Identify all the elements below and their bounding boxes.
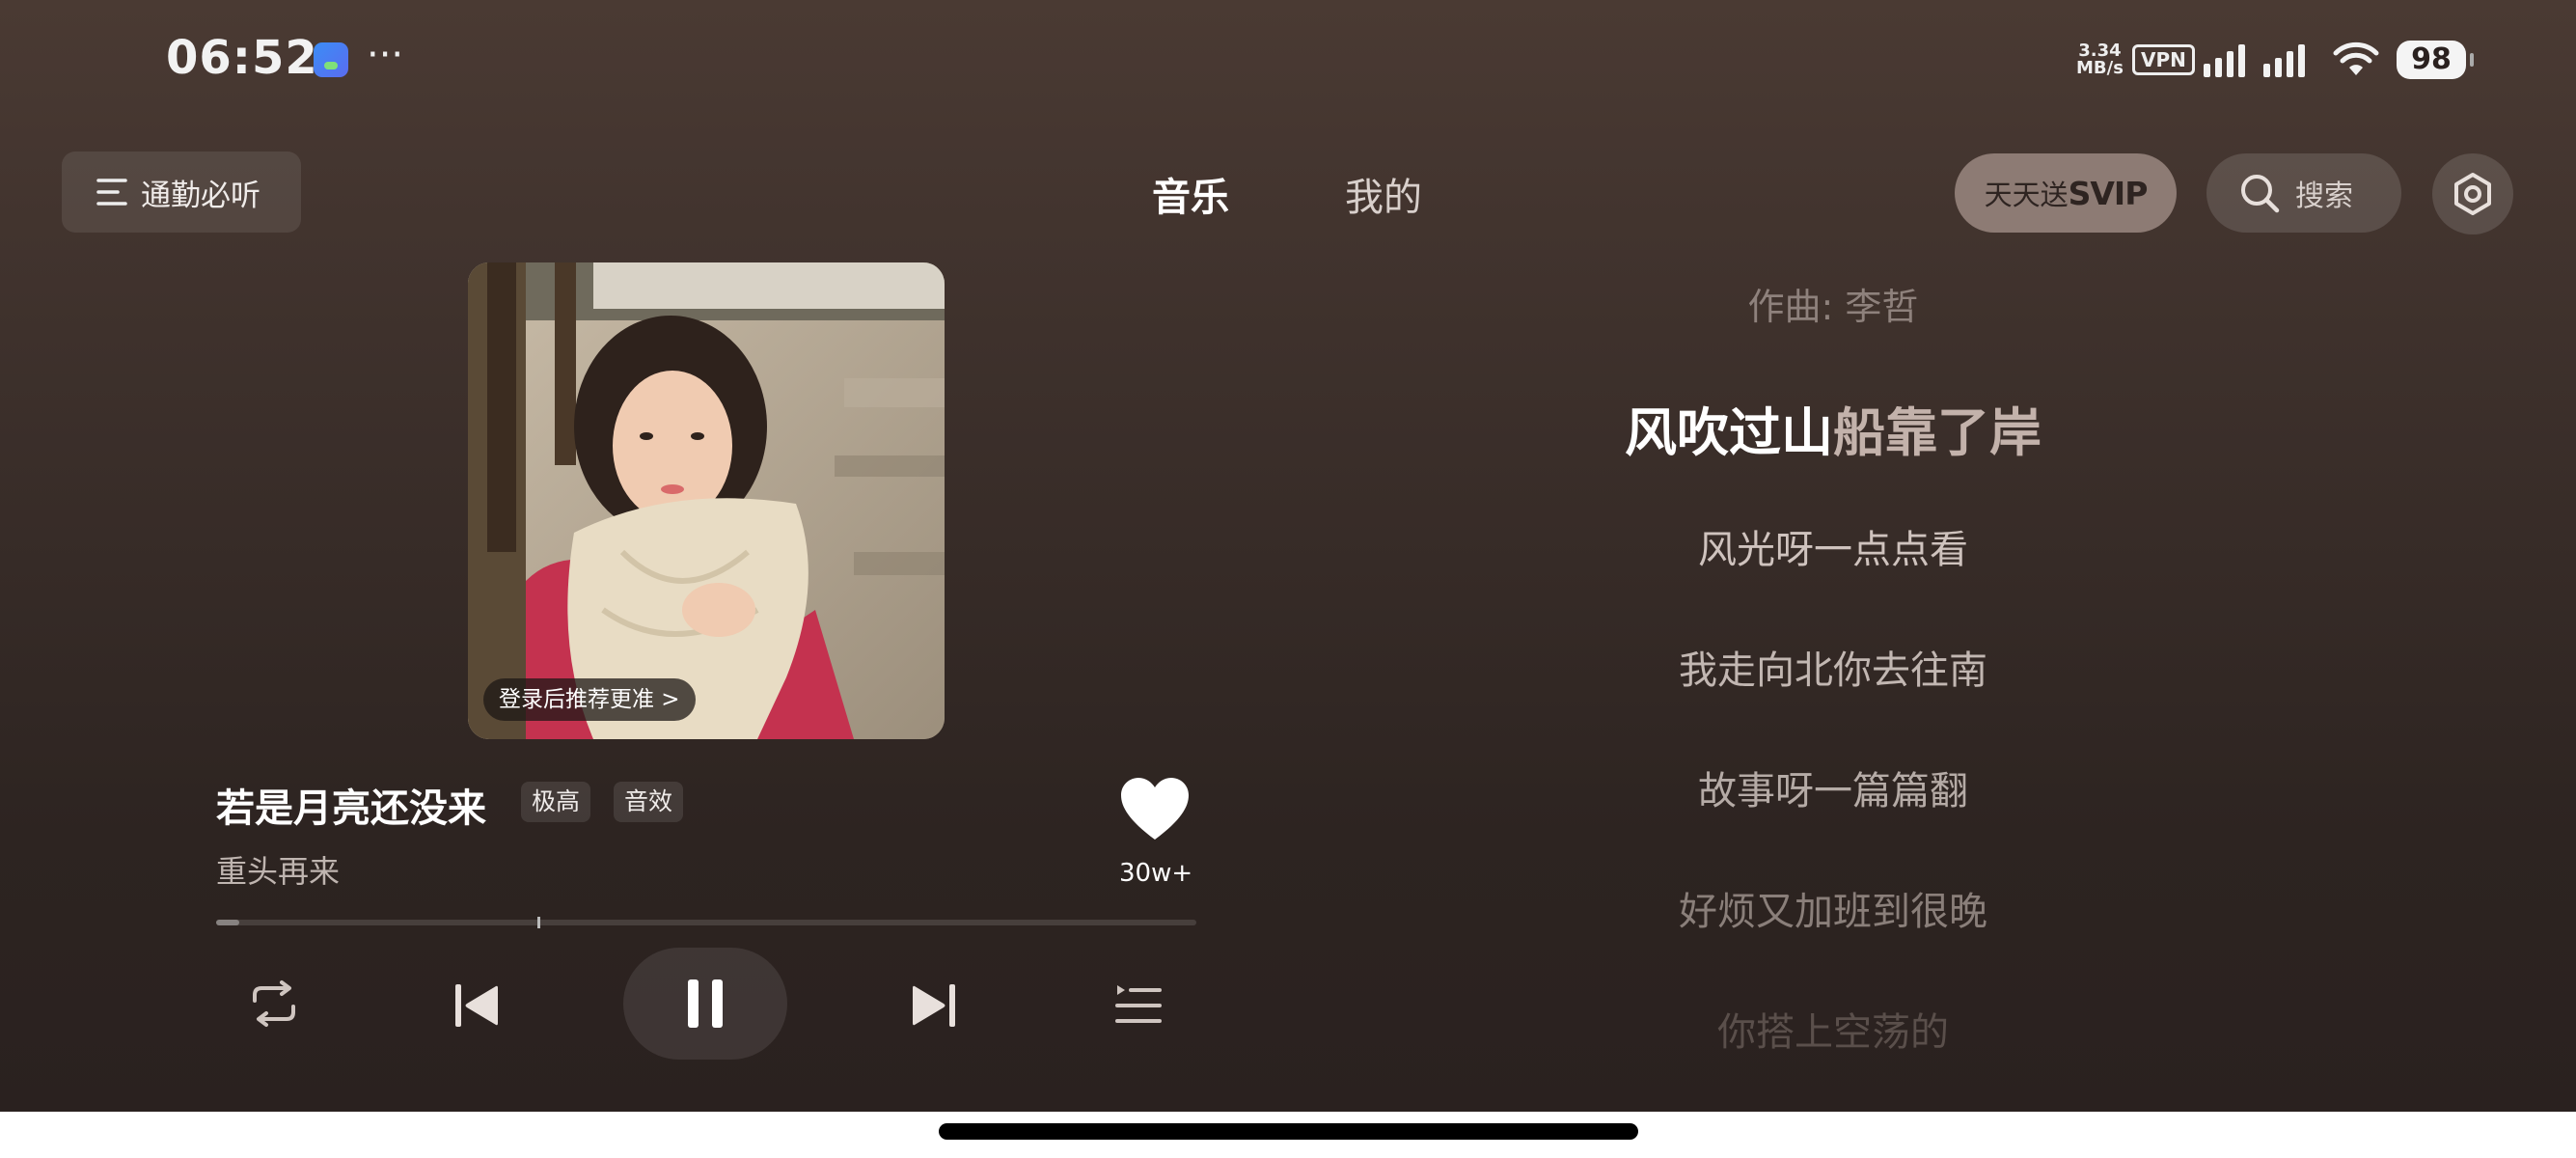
repeat-mode-button[interactable] [235,975,313,1033]
quality-badge[interactable]: 极高 [521,782,591,822]
network-speed: 3.34 MB/s [2076,42,2124,77]
menu-icon [96,179,127,206]
queue-icon [1115,985,1162,1023]
vpn-icon: VPN [2132,44,2195,75]
progress-bar[interactable] [216,917,1196,928]
playlist-queue-button[interactable] [1100,975,1177,1036]
like-count: 30w+ [1119,859,1193,888]
app-notification-icon [314,42,348,77]
lyric-line[interactable]: 好烦又加班到很晚 [1447,880,2219,936]
signal-icon [2204,42,2245,77]
svip-promo-label: SVIP [2068,174,2149,212]
lyric-line[interactable]: 我走向北你去往南 [1447,639,2219,695]
playlist-button[interactable]: 通勤必听 [62,152,301,233]
tab-music[interactable]: 音乐 [1152,166,1229,222]
next-button[interactable] [897,975,971,1036]
playlist-label: 通勤必听 [141,178,260,213]
progress-marker [537,917,540,928]
lyric-unsung-part: 船靠了岸 [1833,402,2042,463]
repeat-icon [253,980,295,1027]
lyric-line[interactable]: 故事呀一篇篇翻 [1447,759,2219,815]
sound-effect-badge[interactable]: 音效 [614,782,684,822]
pause-button[interactable] [623,948,787,1060]
artist-name[interactable]: 重头再来 [216,847,340,892]
song-title: 若是月亮还没来 [216,786,486,831]
gear-icon [2454,173,2491,215]
wifi-icon [2333,41,2379,75]
lyric-line[interactable]: 风光呀一点点看 [1447,518,2219,574]
tab-mine[interactable]: 我的 [1345,166,1422,222]
pause-icon [688,979,723,1028]
search-label: 搜索 [2295,179,2353,213]
player-screen: 06:52 ··· 3.34 MB/s VPN 98 通勤必听 音乐 我的 天天… [0,0,2576,1112]
progress-fill [216,920,240,925]
previous-button[interactable] [440,975,513,1036]
album-cover[interactable]: 登录后推荐更准 > [468,262,945,739]
svip-promo-button[interactable]: 天天送 SVIP [1955,153,2177,233]
lyric-line[interactable]: 你搭上空荡的 [1447,1001,2219,1057]
network-speed-unit: MB/s [2076,58,2124,78]
svip-promo-prefix: 天天送 [1984,179,2069,211]
settings-button[interactable] [2432,153,2513,234]
lyric-sung-part: 风吹过山 [1625,402,1833,463]
search-button[interactable]: 搜索 [2206,153,2401,233]
previous-icon [455,984,498,1027]
like-heart-icon[interactable] [1119,776,1191,843]
status-time: 06:52 [166,31,318,85]
search-icon [2241,175,2280,213]
lyric-credit: 作曲: 李哲 [1747,286,1919,328]
login-recommend-tip[interactable]: 登录后推荐更准 > [483,678,696,721]
next-icon [913,984,955,1027]
signal-icon-2 [2263,42,2305,77]
lyric-active-line[interactable]: 风吹过山船靠了岸 [1447,390,2219,466]
album-cover-image [468,262,945,739]
more-notifications-icon: ··· [367,33,404,77]
battery-indicator: 98 [2397,41,2474,79]
home-indicator[interactable] [939,1123,1638,1140]
